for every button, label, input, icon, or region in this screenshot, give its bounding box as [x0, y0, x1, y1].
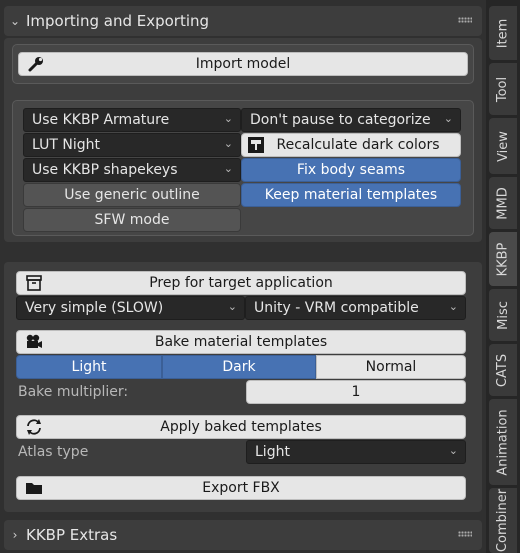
chevron-down-icon: ⌄ [223, 162, 233, 175]
target-app-value: Unity - VRM compatible [254, 300, 419, 316]
bake-mode-light[interactable]: Light [16, 355, 162, 379]
sidebar-tabs: Item Tool View MMD KKBP Misc CATS Animat… [486, 0, 520, 553]
chevron-down-icon: ⌄ [227, 300, 237, 313]
armature-value: Use KKBP Armature [32, 112, 170, 128]
armature-dropdown[interactable]: Use KKBP Armature ⌄ [23, 108, 241, 132]
wrench-icon [28, 57, 43, 72]
tab-mmd-label: MMD [495, 186, 511, 220]
recalculate-dark-label: Recalculate dark colors [276, 137, 440, 153]
keep-material-templates-toggle[interactable]: Keep material templates [241, 183, 461, 207]
shapekeys-value: Use KKBP shapekeys [32, 162, 178, 178]
extras-title: KKBP Extras [26, 526, 118, 544]
bake-mode-dark-label: Dark [222, 359, 256, 375]
prep-target-label: Prep for target application [149, 275, 333, 291]
import-section: Import model Use KKBP Armature ⌄ Don't p… [4, 38, 482, 242]
importing-exporting-header[interactable]: ⌄ Importing and Exporting [4, 6, 482, 36]
tab-tool[interactable]: Tool [489, 63, 517, 115]
bake-mode-normal[interactable]: Normal [316, 355, 466, 379]
generic-outline-label: Use generic outline [64, 187, 200, 203]
apply-baked-button[interactable]: Apply baked templates [16, 415, 466, 439]
import-box: Import model [12, 44, 474, 84]
atlas-type-value: Light [255, 444, 290, 460]
simplify-value: Very simple (SLOW) [25, 300, 164, 316]
panel-title: Importing and Exporting [26, 12, 210, 30]
checkbox-icon [248, 137, 264, 153]
import-options-box: Use KKBP Armature ⌄ Don't pause to categ… [12, 100, 474, 236]
import-model-button[interactable]: Import model [18, 52, 468, 76]
shapekeys-dropdown[interactable]: Use KKBP shapekeys ⌄ [23, 158, 241, 182]
archive-icon [26, 275, 42, 291]
categorize-dropdown[interactable]: Don't pause to categorize ⌄ [241, 108, 461, 132]
kkbp-extras-header[interactable]: › KKBP Extras [4, 520, 482, 550]
sfw-mode-label: SFW mode [94, 212, 170, 228]
properties-panel: ⌄ Importing and Exporting Import model U… [0, 0, 486, 553]
export-section: Prep for target application Very simple … [4, 262, 482, 512]
tab-animation[interactable]: Animation [489, 399, 517, 485]
chevron-down-icon: ⌄ [448, 444, 458, 457]
tab-misc[interactable]: Misc [489, 289, 517, 341]
fix-body-seams-label: Fix body seams [296, 162, 406, 178]
apply-baked-label: Apply baked templates [160, 419, 322, 435]
bake-mode-dark[interactable]: Dark [162, 355, 316, 379]
tab-combiner-label: Combiner [495, 488, 511, 553]
bake-multiplier-value: 1 [351, 384, 361, 400]
atlas-type-label: Atlas type [18, 444, 89, 460]
target-app-dropdown[interactable]: Unity - VRM compatible ⌄ [245, 296, 466, 320]
drag-grip-icon[interactable] [458, 17, 472, 23]
tab-cats[interactable]: CATS [489, 344, 517, 396]
folder-icon [26, 483, 42, 494]
drag-grip-icon[interactable] [458, 531, 472, 537]
tab-view-label: View [495, 130, 511, 162]
simplify-dropdown[interactable]: Very simple (SLOW) ⌄ [16, 296, 245, 320]
tab-item[interactable]: Item [489, 6, 517, 60]
chevron-down-icon: ⌄ [223, 137, 233, 150]
bake-mode-light-label: Light [71, 359, 107, 375]
tab-view[interactable]: View [489, 118, 517, 174]
bake-multiplier-field[interactable]: 1 [246, 380, 466, 404]
tab-misc-label: Misc [495, 300, 511, 330]
recalculate-dark-colors-toggle[interactable]: Recalculate dark colors [241, 133, 461, 157]
export-fbx-label: Export FBX [202, 480, 280, 496]
tab-mmd[interactable]: MMD [489, 177, 517, 229]
bake-templates-label: Bake material templates [154, 334, 328, 350]
tab-combiner[interactable]: Combiner [489, 488, 517, 553]
chevron-down-icon: ⌄ [448, 300, 458, 313]
camera-icon [26, 334, 42, 348]
tab-animation-label: Animation [495, 408, 511, 476]
generic-outline-toggle[interactable]: Use generic outline [23, 183, 241, 207]
atlas-type-dropdown[interactable]: Light ⌄ [246, 440, 466, 464]
chevron-right-icon: › [12, 528, 18, 542]
prep-target-button[interactable]: Prep for target application [16, 271, 466, 295]
refresh-icon [27, 419, 41, 435]
lut-value: LUT Night [32, 137, 100, 153]
tab-kkbp[interactable]: KKBP [489, 232, 517, 286]
categorize-value: Don't pause to categorize [250, 112, 431, 128]
keep-templates-label: Keep material templates [264, 187, 438, 203]
tab-cats-label: CATS [495, 353, 511, 387]
chevron-down-icon: ⌄ [9, 14, 21, 28]
tab-item-label: Item [495, 18, 511, 48]
bake-mode-normal-label: Normal [365, 359, 417, 375]
tab-tool-label: Tool [495, 76, 511, 102]
fix-body-seams-toggle[interactable]: Fix body seams [241, 158, 461, 182]
bake-templates-button[interactable]: Bake material templates [16, 330, 466, 354]
export-fbx-button[interactable]: Export FBX [16, 476, 466, 500]
import-model-label: Import model [195, 56, 291, 72]
lut-dropdown[interactable]: LUT Night ⌄ [23, 133, 241, 157]
chevron-down-icon: ⌄ [223, 112, 233, 125]
bake-multiplier-label: Bake multiplier: [18, 384, 129, 400]
sfw-mode-toggle[interactable]: SFW mode [23, 208, 241, 232]
tab-kkbp-label: KKBP [495, 242, 511, 276]
chevron-down-icon: ⌄ [443, 112, 453, 125]
